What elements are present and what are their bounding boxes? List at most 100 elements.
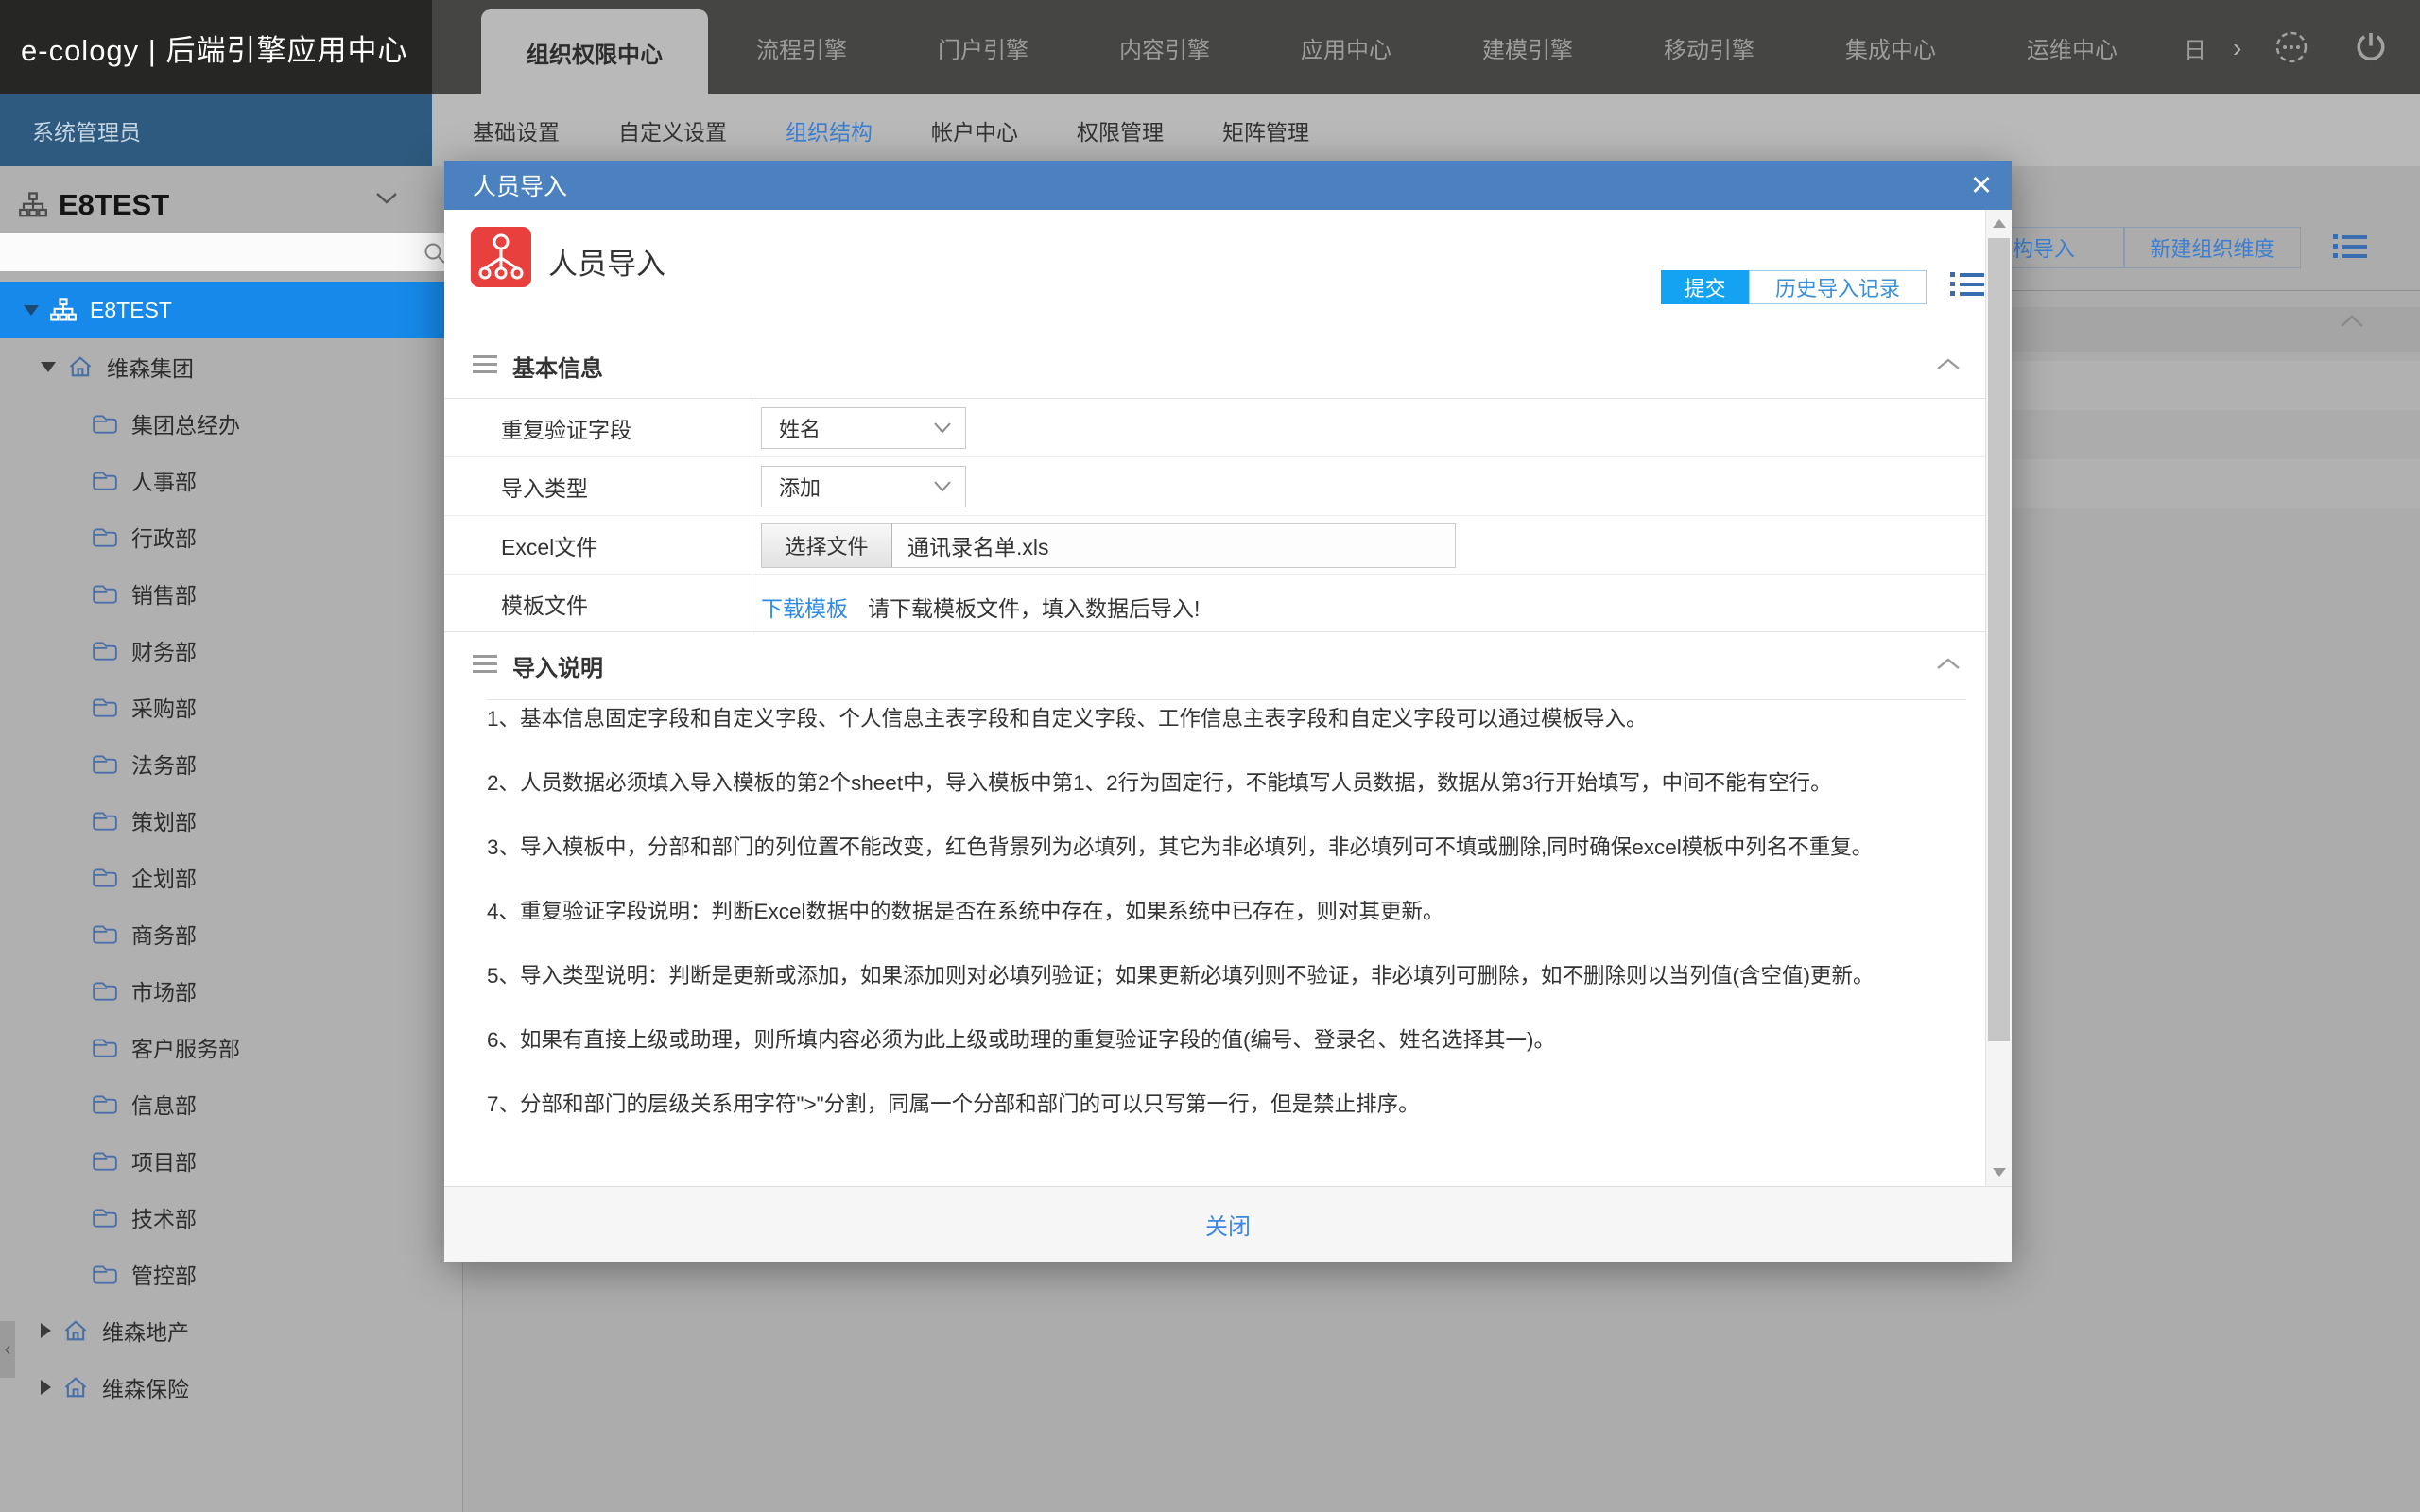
tabs-scroll-right-icon[interactable]: ›	[2233, 34, 2257, 62]
scroll-up-icon[interactable]	[1993, 219, 2006, 228]
import-type-label: 导入类型	[501, 457, 588, 516]
history-label: 历史导入记录	[1775, 272, 1900, 302]
top-tab-org-permission-center[interactable]: 组织权限中心	[481, 9, 708, 94]
subnav-custom-settings[interactable]: 自定义设置	[618, 114, 727, 146]
folder-icon	[92, 696, 118, 718]
expander-right-icon[interactable]	[41, 1380, 51, 1395]
new-org-dimension-button[interactable]: 新建组织维度	[2124, 227, 2301, 268]
download-template-link[interactable]: 下载模板	[761, 591, 848, 623]
tree-node-dept[interactable]: 市场部	[0, 962, 462, 1019]
new-org-dimension-label: 新建组织维度	[2150, 232, 2274, 263]
top-tab-workflow[interactable]: 流程引擎	[711, 31, 892, 64]
top-tab-modeling[interactable]: 建模引擎	[1437, 31, 1618, 64]
choose-file-label: 选择文件	[785, 530, 868, 560]
subnav-org-structure[interactable]: 组织结构	[786, 114, 873, 146]
tree-node-label: 采购部	[131, 691, 197, 723]
section-lines-icon	[473, 355, 497, 378]
sidebar-search-input[interactable]	[0, 233, 462, 271]
power-logout-icon[interactable]	[2354, 30, 2388, 69]
tree-node-root[interactable]: E8TEST	[0, 282, 462, 338]
form-row-excel-file: Excel文件 选择文件 通讯录名单.xls	[444, 516, 1985, 575]
tree-node-label: 集团总经办	[131, 407, 240, 439]
top-tab-clipped[interactable]: 日	[2184, 0, 2233, 94]
folder-icon	[92, 1092, 118, 1115]
basic-info-section-header: 基本信息	[473, 350, 603, 383]
app-logo-text: e-cology | 后端引擎应用中心	[21, 26, 407, 69]
instruction-item: 1、基本信息固定字段和自定义字段、个人信息主表字段和自定义字段、工作信息主表字段…	[487, 700, 1966, 738]
tree-node-dept[interactable]: 集团总经办	[0, 395, 462, 452]
top-tab-portal[interactable]: 门户引擎	[892, 31, 1074, 64]
close-link[interactable]: 关闭	[1205, 1208, 1251, 1241]
collapse-instructions-icon[interactable]	[1936, 657, 1961, 676]
tree-node-dept[interactable]: 企划部	[0, 849, 462, 905]
submit-button[interactable]: 提交	[1661, 270, 1749, 304]
folder-icon	[92, 1263, 118, 1285]
tree-node-dept[interactable]: 财务部	[0, 622, 462, 679]
tree-node-company[interactable]: 维森地产	[0, 1302, 462, 1359]
basic-info-form: 重复验证字段 姓名 导入类型 添加 Excel文件 选择文件 通讯录名单.xls	[444, 398, 1985, 632]
form-row-import-type: 导入类型 添加	[444, 457, 1985, 516]
expander-right-icon[interactable]	[41, 1323, 51, 1338]
top-tab-content[interactable]: 内容引擎	[1074, 31, 1255, 64]
dialog-scrollbar[interactable]	[1985, 210, 2012, 1186]
tree-node-company[interactable]: 维森保险	[0, 1359, 462, 1416]
dialog-title: 人员导入	[473, 168, 567, 202]
collapse-section-icon[interactable]	[2339, 314, 2365, 334]
import-type-select[interactable]: 添加	[761, 466, 966, 507]
folder-icon	[92, 639, 118, 662]
instruction-item: 7、分部和部门的层级关系用字符">"分割，同属一个分部和部门的可以只写第一行，但…	[487, 1086, 1966, 1124]
tree-node-dept[interactable]: 信息部	[0, 1075, 462, 1132]
template-file-label: 模板文件	[501, 575, 588, 633]
subnav-matrix-mgmt[interactable]: 矩阵管理	[1222, 114, 1309, 146]
tree-node-dept[interactable]: 客户服务部	[0, 1019, 462, 1075]
folder-icon	[92, 582, 118, 605]
instruction-item: 3、导入模板中，分部和部门的列位置不能改变，红色背景列为必填列，其它为非必填列，…	[487, 829, 1966, 867]
form-row-template-file: 模板文件 下载模板 请下载模板文件，填入数据后导入!	[444, 575, 1985, 633]
list-view-icon[interactable]	[2333, 234, 2367, 263]
top-tab-appcenter[interactable]: 应用中心	[1255, 31, 1437, 64]
org-tree-icon	[19, 191, 47, 219]
dialog-heading: 人员导入	[548, 240, 666, 283]
list-view-icon[interactable]	[1950, 272, 1984, 301]
tree-node-dept[interactable]: 技术部	[0, 1189, 462, 1246]
tree-node-dept[interactable]: 行政部	[0, 508, 462, 565]
top-tab-integration[interactable]: 集成中心	[1800, 31, 1981, 64]
tree-node-label: 维森地产	[102, 1314, 189, 1347]
folder-icon	[92, 922, 118, 945]
tree-node-label: 法务部	[131, 747, 197, 780]
org-dimension-chevron-down-icon[interactable]	[374, 191, 399, 211]
tree-node-dept[interactable]: 商务部	[0, 905, 462, 962]
subnav-permission-mgmt[interactable]: 权限管理	[1077, 114, 1164, 146]
tree-node-dept[interactable]: 销售部	[0, 565, 462, 622]
tree-node-company[interactable]: 维森集团	[0, 338, 462, 395]
scroll-down-icon[interactable]	[1993, 1168, 2006, 1177]
tree-node-dept[interactable]: 法务部	[0, 735, 462, 792]
tree-node-label: 财务部	[131, 634, 197, 666]
import-instructions-section-header: 导入说明	[473, 649, 603, 682]
tree-node-dept[interactable]: 采购部	[0, 679, 462, 735]
dialog-title-bar: 人员导入	[444, 161, 2012, 210]
sidebar-collapse-handle[interactable]: ‹	[0, 1321, 15, 1378]
subnav-account-center[interactable]: 帐户中心	[931, 114, 1018, 146]
org-tree-icon	[50, 297, 77, 323]
collapse-basic-info-icon[interactable]	[1936, 357, 1961, 376]
duplicate-field-select[interactable]: 姓名	[761, 407, 966, 449]
top-tab-mobile[interactable]: 移动引擎	[1618, 31, 1800, 64]
expander-down-icon[interactable]	[41, 362, 56, 372]
template-note: 请下载模板文件，填入数据后导入!	[868, 591, 1200, 623]
scrollbar-thumb[interactable]	[1988, 238, 2010, 1041]
tree-node-dept[interactable]: 项目部	[0, 1132, 462, 1189]
file-input[interactable]: 选择文件 通讯录名单.xls	[761, 523, 1456, 568]
expander-down-icon[interactable]	[24, 305, 39, 316]
choose-file-button[interactable]: 选择文件	[762, 524, 892, 567]
tree-node-label: 技术部	[131, 1201, 197, 1233]
history-import-records-button[interactable]: 历史导入记录	[1749, 270, 1927, 304]
import-instructions-list: 1、基本信息固定字段和自定义字段、个人信息主表字段和自定义字段、工作信息主表字段…	[487, 699, 1966, 1186]
tree-node-dept[interactable]: 人事部	[0, 452, 462, 508]
tree-node-dept[interactable]: 策划部	[0, 792, 462, 849]
top-tab-ops[interactable]: 运维中心	[1981, 31, 2163, 64]
tree-node-dept[interactable]: 管控部	[0, 1246, 462, 1302]
close-icon[interactable]: ✕	[1964, 169, 1998, 203]
subnav-basic-settings[interactable]: 基础设置	[473, 114, 560, 146]
more-options-icon[interactable]	[2274, 30, 2308, 69]
